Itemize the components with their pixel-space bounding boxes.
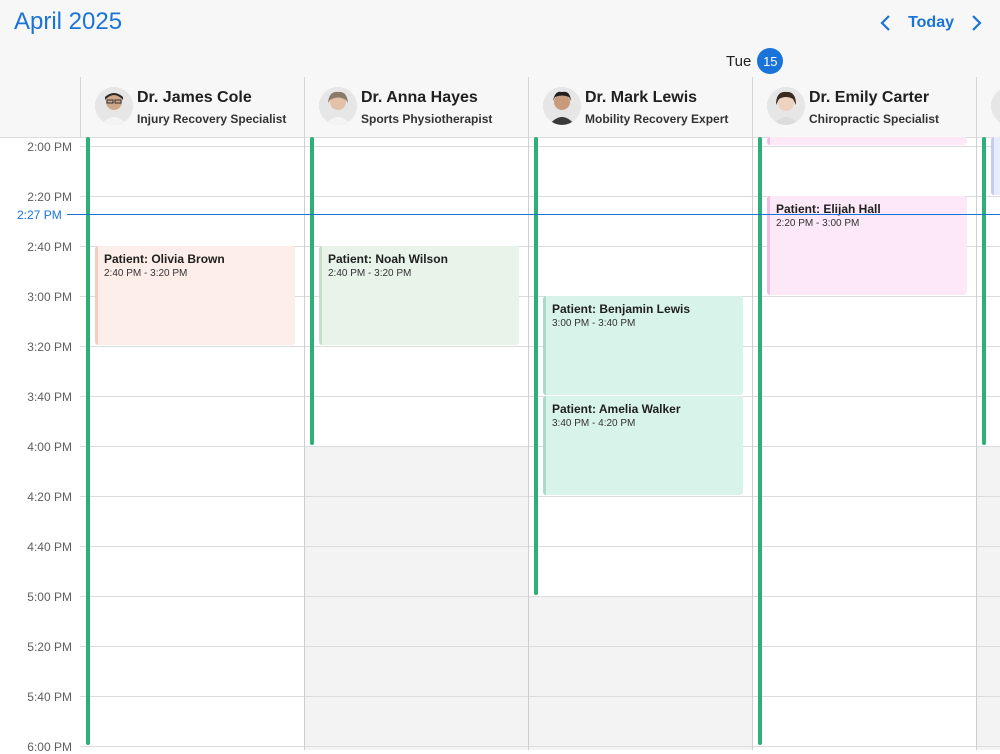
availability-bar bbox=[86, 137, 90, 745]
avatar bbox=[95, 87, 133, 125]
grid-line bbox=[80, 596, 1000, 597]
next-button[interactable] bbox=[968, 11, 986, 35]
event-partial[interactable] bbox=[991, 137, 1000, 195]
resource-header-james-cole[interactable]: Dr. James Cole Injury Recovery Specialis… bbox=[80, 77, 304, 137]
resource-name: Dr. James Cole bbox=[137, 89, 252, 106]
resource-specialty: Mobility Recovery Expert bbox=[585, 112, 729, 126]
unavailable-block bbox=[977, 446, 1000, 750]
event-time: 3:40 PM - 4:20 PM bbox=[552, 418, 636, 429]
resource-specialty: Injury Recovery Specialist bbox=[137, 112, 287, 126]
resource-name: Dr. Emily Carter bbox=[809, 89, 930, 106]
grid-line bbox=[80, 446, 1000, 447]
grid-line bbox=[80, 146, 1000, 147]
avatar bbox=[543, 87, 581, 125]
grid-line bbox=[80, 696, 1000, 697]
today-button[interactable]: Today bbox=[908, 14, 954, 32]
time-label: 2:40 PM bbox=[27, 240, 72, 254]
event-noah-wilson[interactable]: Patient: Noah Wilson 2:40 PM - 3:20 PM bbox=[319, 246, 519, 345]
availability-bar bbox=[534, 137, 538, 595]
resource-header-partial[interactable] bbox=[976, 77, 1000, 137]
column-divider bbox=[752, 137, 753, 750]
event-time: 2:20 PM - 3:00 PM bbox=[776, 218, 860, 229]
column-divider bbox=[528, 137, 529, 750]
resource-name: Dr. Anna Hayes bbox=[361, 89, 478, 106]
grid-line bbox=[80, 646, 1000, 647]
avatar bbox=[991, 87, 1000, 125]
time-label: 5:00 PM bbox=[27, 590, 72, 604]
month-title[interactable]: April 2025 bbox=[14, 8, 122, 36]
time-label: 3:20 PM bbox=[27, 340, 72, 354]
event-title: Patient: Olivia Brown bbox=[104, 252, 225, 266]
event-time: 2:40 PM - 3:20 PM bbox=[328, 268, 412, 279]
grid-line bbox=[80, 746, 1000, 747]
grid-line bbox=[80, 546, 1000, 547]
chevron-right-icon bbox=[972, 15, 982, 31]
unavailable-block bbox=[529, 596, 753, 750]
event-title: Patient: Amelia Walker bbox=[552, 402, 681, 416]
grid-line bbox=[80, 496, 1000, 497]
time-label: 5:20 PM bbox=[27, 640, 72, 654]
resource-specialty: Chiropractic Specialist bbox=[809, 112, 940, 126]
resource-header-mark-lewis[interactable]: Dr. Mark Lewis Mobility Recovery Expert bbox=[528, 77, 752, 137]
avatar bbox=[767, 87, 805, 125]
chevron-left-icon bbox=[880, 15, 890, 31]
time-label: 3:00 PM bbox=[27, 290, 72, 304]
previous-button[interactable] bbox=[876, 11, 894, 35]
event-partial[interactable] bbox=[767, 137, 967, 145]
resource-name: Dr. Mark Lewis bbox=[585, 89, 698, 106]
column-divider bbox=[976, 137, 977, 750]
availability-bar bbox=[982, 137, 986, 445]
time-label: 4:40 PM bbox=[27, 540, 72, 554]
event-time: 3:00 PM - 3:40 PM bbox=[552, 318, 636, 329]
resource-header-anna-hayes[interactable]: Dr. Anna Hayes Sports Physiotherapist bbox=[304, 77, 528, 137]
event-olivia-brown[interactable]: Patient: Olivia Brown 2:40 PM - 3:20 PM bbox=[95, 246, 295, 345]
column-divider bbox=[304, 137, 305, 750]
current-time-label: 2:27 PM bbox=[17, 208, 62, 222]
time-label: 2:20 PM bbox=[27, 190, 72, 204]
time-label: 3:40 PM bbox=[27, 390, 72, 404]
availability-bar bbox=[758, 137, 762, 745]
time-label: 4:20 PM bbox=[27, 490, 72, 504]
time-label: 4:00 PM bbox=[27, 440, 72, 454]
date-header[interactable]: Tue 15 bbox=[726, 48, 784, 74]
resource-header-emily-carter[interactable]: Dr. Emily Carter Chiropractic Specialist bbox=[752, 77, 976, 137]
time-column: 2:00 PM 2:20 PM 2:40 PM 3:00 PM 3:20 PM … bbox=[0, 137, 80, 754]
current-time-indicator bbox=[67, 214, 1000, 215]
grid-line bbox=[80, 346, 1000, 347]
event-title: Patient: Noah Wilson bbox=[328, 252, 448, 266]
event-title: Patient: Benjamin Lewis bbox=[552, 302, 691, 316]
time-label: 2:00 PM bbox=[27, 140, 72, 154]
event-elijah-hall[interactable]: Patient: Elijah Hall 2:20 PM - 3:00 PM bbox=[767, 196, 967, 295]
avatar bbox=[319, 87, 357, 125]
availability-bar bbox=[310, 137, 314, 445]
day-name: Tue bbox=[726, 52, 752, 70]
event-benjamin-lewis[interactable]: Patient: Benjamin Lewis 3:00 PM - 3:40 P… bbox=[543, 296, 743, 395]
event-time: 2:40 PM - 3:20 PM bbox=[104, 268, 188, 279]
grid-line bbox=[80, 396, 1000, 397]
time-label: 6:00 PM bbox=[27, 740, 72, 754]
scheduler-header: April 2025 Today Tue 15 Dr. James Cole I… bbox=[0, 0, 1000, 138]
day-number-badge: 15 bbox=[757, 48, 784, 74]
event-amelia-walker[interactable]: Patient: Amelia Walker 3:40 PM - 4:20 PM bbox=[543, 396, 743, 495]
unavailable-block bbox=[305, 446, 529, 750]
date-navigation: Today bbox=[876, 11, 986, 35]
schedule-grid[interactable]: Patient: Olivia Brown 2:40 PM - 3:20 PM … bbox=[80, 137, 1000, 750]
resource-specialty: Sports Physiotherapist bbox=[361, 112, 493, 126]
time-label: 5:40 PM bbox=[27, 690, 72, 704]
